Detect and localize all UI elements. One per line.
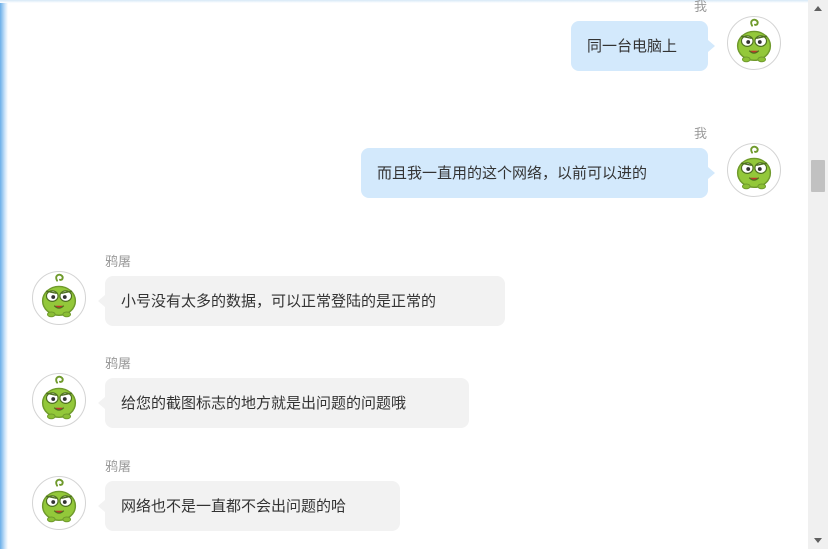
avatar[interactable] [32,373,86,427]
message-text: 网络也不是一直都不会出问题的哈 [121,497,347,515]
scrollbar-thumb[interactable] [811,160,825,192]
sender-name: 我 [694,0,708,15]
message-text: 而且我一直用的这个网络，以前可以进的 [377,164,648,182]
chat-message-list[interactable]: 我 同一台电脑上 我 而且我一直用的这个网络，以前可以进的 鸦屠 小号没有太多的… [0,0,808,549]
frog-avatar-icon [33,272,85,324]
frog-avatar-icon [728,17,780,69]
message-bubble[interactable]: 小号没有太多的数据，可以正常登陆的是正常的 [98,276,505,326]
message-text: 小号没有太多的数据，可以正常登陆的是正常的 [121,292,437,310]
arrow-up-icon [814,6,822,11]
avatar[interactable] [32,271,86,325]
sender-name: 鸦屠 [105,255,132,270]
avatar[interactable] [32,476,86,530]
vertical-scrollbar[interactable] [808,0,828,549]
sender-name: 鸦屠 [105,460,132,475]
sender-name: 鸦屠 [105,357,132,372]
scroll-up-button[interactable] [808,0,828,17]
scroll-down-button[interactable] [808,532,828,549]
frog-avatar-icon [33,374,85,426]
arrow-down-icon [814,538,822,543]
message-text: 给您的截图标志的地方就是出问题的问题哦 [121,394,407,412]
message-text: 同一台电脑上 [587,37,678,55]
sender-name: 我 [694,127,708,142]
message-bubble[interactable]: 同一台电脑上 [571,21,715,71]
frog-avatar-icon [728,144,780,196]
avatar[interactable] [727,143,781,197]
message-bubble[interactable]: 网络也不是一直都不会出问题的哈 [98,481,400,531]
message-bubble[interactable]: 而且我一直用的这个网络，以前可以进的 [361,148,715,198]
message-bubble[interactable]: 给您的截图标志的地方就是出问题的问题哦 [98,378,469,428]
frog-avatar-icon [33,477,85,529]
avatar[interactable] [727,16,781,70]
